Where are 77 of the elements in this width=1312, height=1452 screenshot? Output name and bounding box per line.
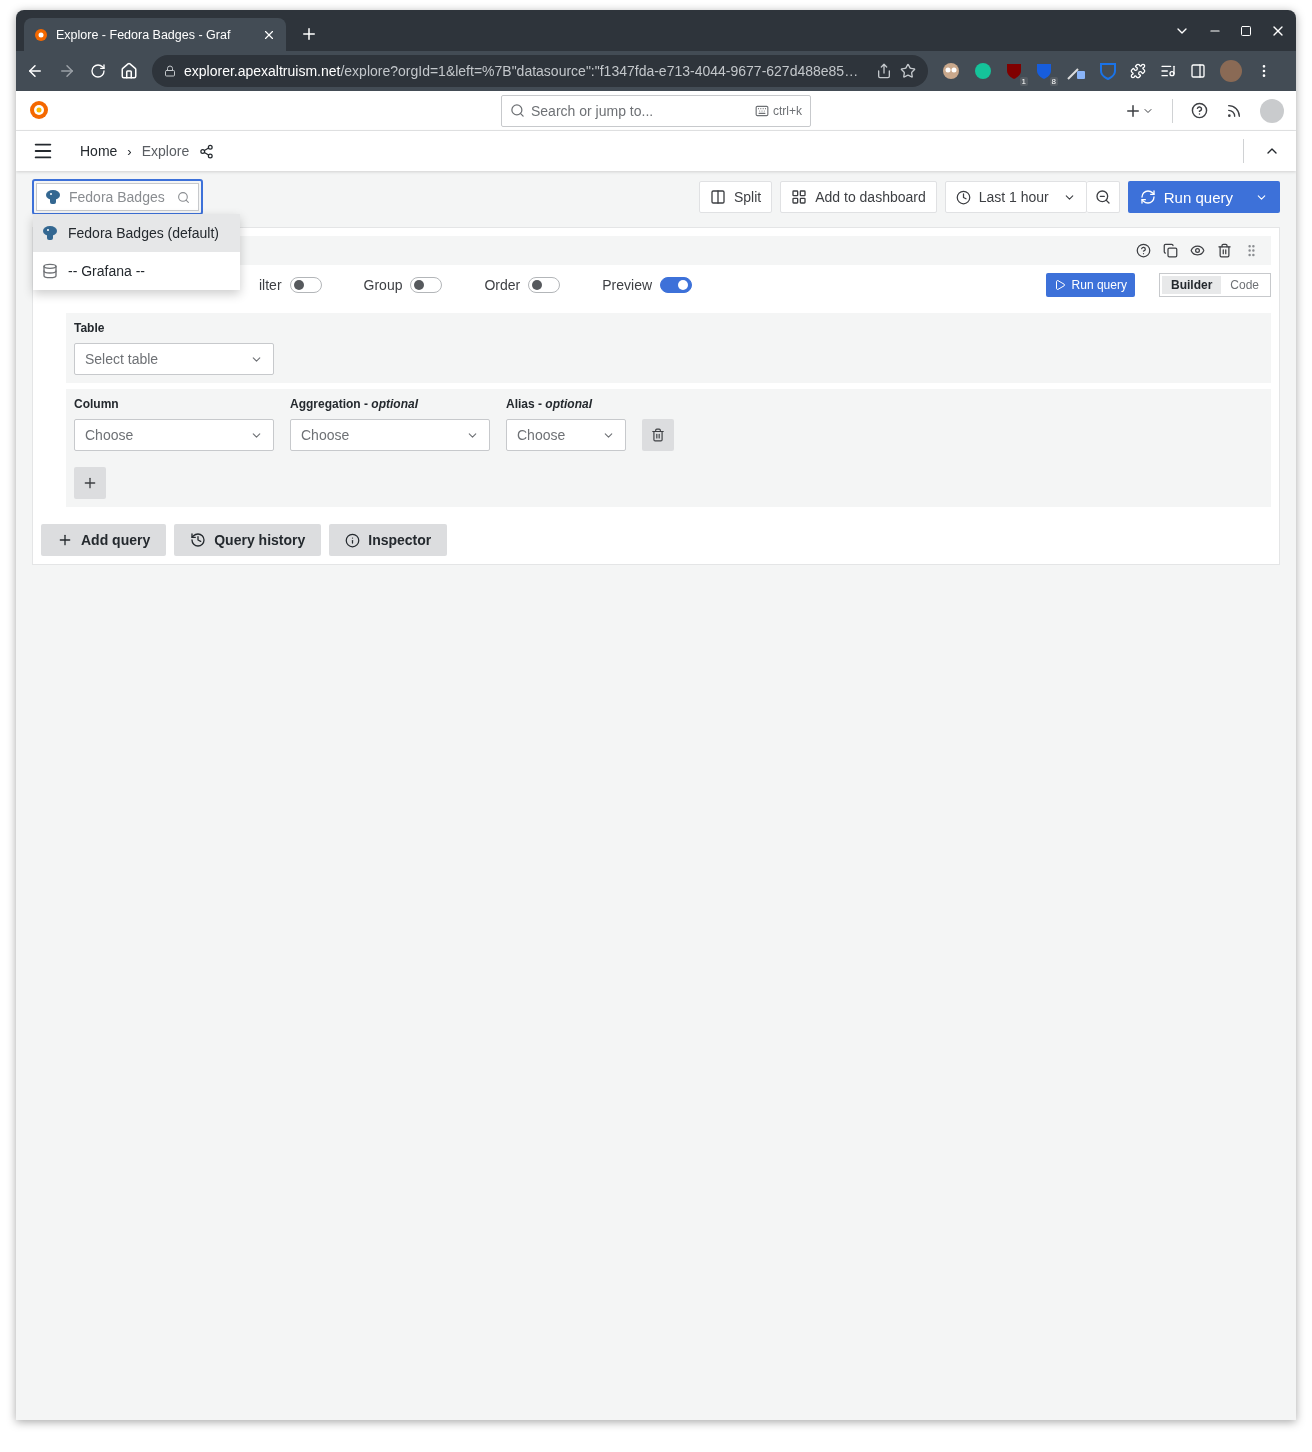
breadcrumb-link[interactable]: Explore [141,143,190,159]
trash-icon[interactable] [1217,243,1232,258]
toggle-label: Order [484,277,521,293]
columns-icon [709,189,726,205]
address-bar[interactable]: explorer.apexaltruism.net/explore?orgId=1&left=%7B"datasource":"f1347fda-e713-4044-9677-627d488e85… [152,55,928,87]
extension-icon[interactable] [942,62,960,80]
maximize-icon[interactable] [1240,24,1252,37]
datasource-option[interactable]: Fedora Badges (default) [33,214,240,252]
lock-icon [164,65,176,77]
table-select[interactable]: Select table [74,343,274,375]
browser-tab[interactable]: Explore - Fedora Badges - Graf [24,18,286,51]
eye-icon[interactable] [1190,243,1205,258]
field-label: Aggregation - optional [290,397,420,411]
plus-icon [82,475,98,491]
grafana-logo [34,27,48,42]
run-query-button[interactable]: Run query [1045,273,1135,297]
grid-icon [791,189,808,205]
share-icon[interactable] [876,63,892,79]
star-icon[interactable] [900,63,916,79]
plus-icon [57,532,73,548]
extension-badge: 8 [1049,77,1058,86]
field-label: Alias - optional [506,397,594,411]
time-range-picker[interactable]: Last 1 hour [944,181,1087,213]
new-tab-icon[interactable] [300,25,318,43]
database-icon [42,263,58,279]
keyboard-icon [755,103,769,118]
clock-icon [955,189,971,205]
media-icon[interactable] [1160,63,1176,79]
toggle-label: Preview [602,277,653,293]
action-button[interactable]: Query history [174,524,322,556]
toggle-switch[interactable] [289,277,322,293]
toggle-switch[interactable] [660,277,693,293]
datasource-option[interactable]: -- Grafana -- [33,252,240,290]
delete-button[interactable] [642,419,674,451]
shortcut-hint: ctrl+k [773,103,802,118]
search-field[interactable]: Search or jump to... ctrl+k [501,94,811,127]
side-panel-icon[interactable] [1190,63,1206,79]
play-icon [1053,279,1066,291]
breadcrumb-separator: › [127,143,132,159]
extensions-icon[interactable] [1130,63,1146,79]
refresh-icon [1139,189,1156,205]
extension-badge: 1 [1019,77,1028,86]
column-select[interactable]: Choose [290,419,490,451]
add-column-button[interactable] [74,467,106,499]
action-button[interactable]: Inspector [329,524,448,556]
copy-icon[interactable] [1163,243,1178,258]
trash-icon [651,428,665,442]
mode-tab[interactable]: Builder [1161,276,1222,294]
info-icon [345,532,361,548]
toggle-switch[interactable] [410,277,443,293]
toggle-switch[interactable] [528,277,561,293]
toggle-label: ilter [259,277,282,293]
back-icon[interactable] [26,62,44,80]
home-icon[interactable] [120,62,138,80]
column-select[interactable]: Choose [506,419,626,451]
help-icon[interactable] [1136,243,1151,258]
action-button[interactable]: Add query [41,524,167,556]
news-icon[interactable] [1226,102,1242,119]
extension-icon[interactable] [974,62,992,80]
toggle-label: Group [363,277,403,293]
run-query-button[interactable]: Run query [1127,181,1280,213]
history-icon [190,532,207,548]
column-select[interactable]: Choose [74,419,274,451]
zoom-out-icon [1094,189,1111,205]
field-label: Table [74,321,106,335]
zoom-out-button[interactable] [1086,181,1120,213]
split-button[interactable]: Split [698,181,773,213]
forward-icon[interactable] [58,62,76,80]
mode-tab[interactable]: Code [1221,276,1268,294]
add-to-dashboard-button[interactable]: Add to dashboard [780,181,937,213]
share-icon[interactable] [199,143,215,159]
breadcrumb-link[interactable]: Home [80,143,118,159]
help-icon[interactable] [1191,102,1208,119]
reload-icon[interactable] [90,63,106,79]
search-icon [510,103,525,118]
search-icon [177,190,190,204]
field-label: Column [74,397,120,411]
